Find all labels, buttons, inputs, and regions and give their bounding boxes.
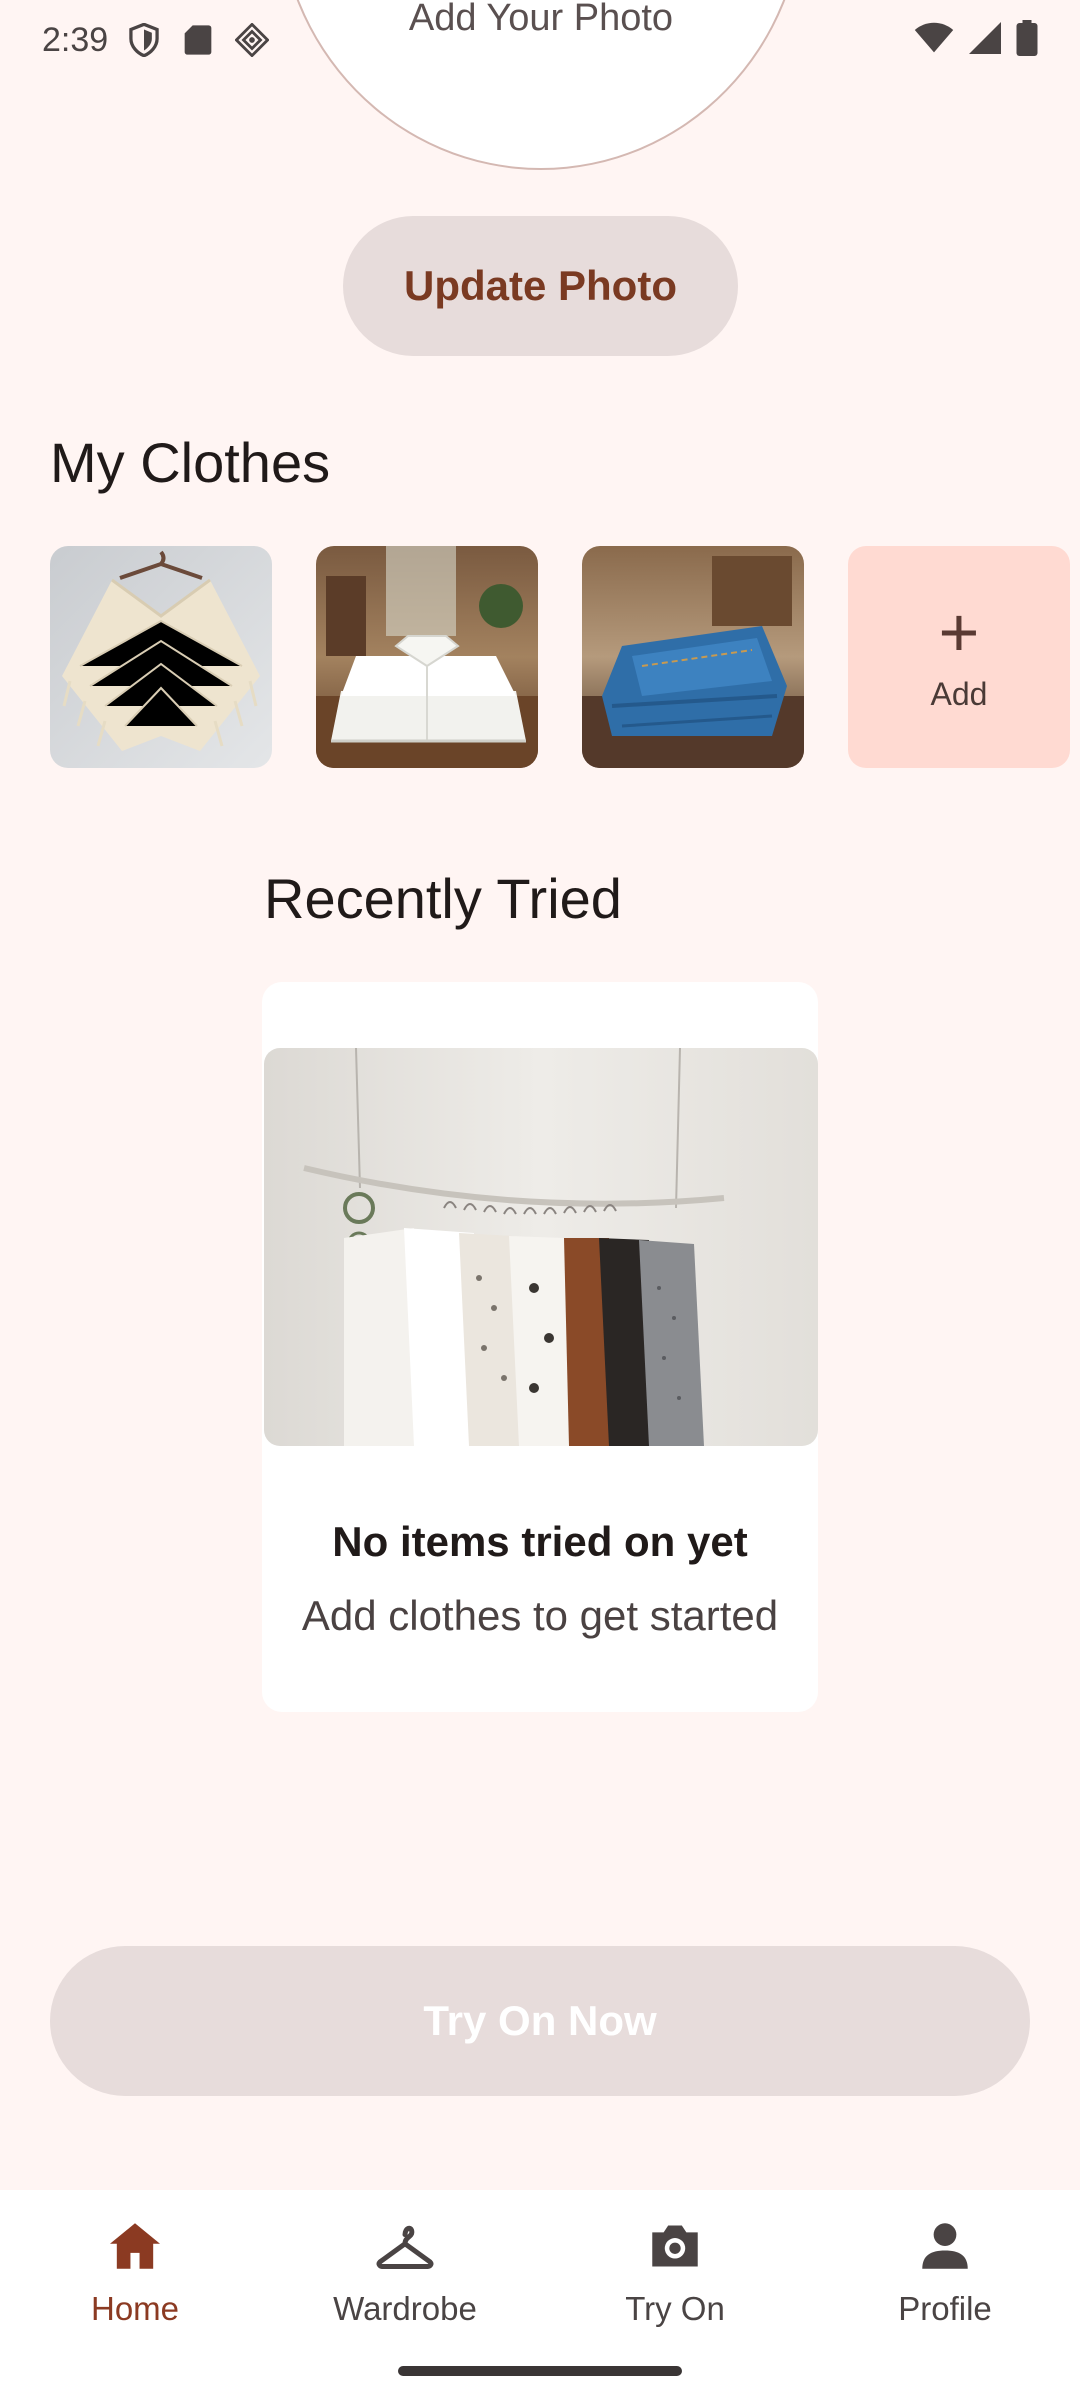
empty-state-heading: No items tried on yet bbox=[332, 1518, 748, 1565]
try-on-now-button[interactable]: Try On Now bbox=[50, 1946, 1030, 2096]
recently-tried-empty-card: No items tried on yet Add clothes to get… bbox=[262, 982, 818, 1712]
nav-label-try-on: Try On bbox=[625, 2290, 725, 2327]
wifi-icon bbox=[914, 22, 954, 59]
camera-icon bbox=[645, 2216, 705, 2276]
home-icon bbox=[105, 2216, 165, 2276]
clothing-item-jeans[interactable] bbox=[582, 546, 804, 768]
person-icon bbox=[915, 2216, 975, 2276]
plus-icon: + bbox=[938, 592, 980, 671]
nav-label-wardrobe: Wardrobe bbox=[333, 2290, 477, 2327]
nav-label-profile: Profile bbox=[898, 2290, 992, 2327]
recently-tried-title: Recently Tried bbox=[264, 867, 622, 930]
my-clothes-list: + Add bbox=[50, 546, 1070, 768]
add-label: Add bbox=[930, 675, 988, 712]
clothing-item-white-shirt[interactable] bbox=[316, 546, 538, 768]
empty-state-subtext: Add clothes to get started bbox=[301, 1592, 779, 1639]
diamond-icon bbox=[234, 22, 270, 58]
empty-state-illustration bbox=[264, 1048, 818, 1446]
shield-icon bbox=[126, 22, 162, 58]
signal-icon bbox=[968, 21, 1002, 59]
battery-icon bbox=[1016, 19, 1038, 61]
hanger-icon bbox=[375, 2216, 435, 2276]
nav-item-home[interactable]: Home bbox=[0, 2190, 270, 2400]
home-gesture-bar[interactable] bbox=[398, 2366, 682, 2376]
sd-card-icon bbox=[180, 22, 216, 58]
status-time: 2:39 bbox=[42, 20, 109, 59]
add-clothing-button[interactable]: + Add bbox=[848, 546, 1070, 768]
update-photo-button[interactable]: Update Photo bbox=[343, 216, 738, 356]
nav-label-home: Home bbox=[90, 2290, 180, 2327]
my-clothes-title: My Clothes bbox=[50, 431, 331, 494]
clothing-item-poncho[interactable] bbox=[50, 546, 272, 768]
nav-item-profile[interactable]: Profile bbox=[810, 2190, 1080, 2400]
status-bar: 2:39 bbox=[0, 0, 1080, 80]
home-screen: 2:39 Add Your Photo Update Photo My Clot… bbox=[0, 0, 1080, 2400]
